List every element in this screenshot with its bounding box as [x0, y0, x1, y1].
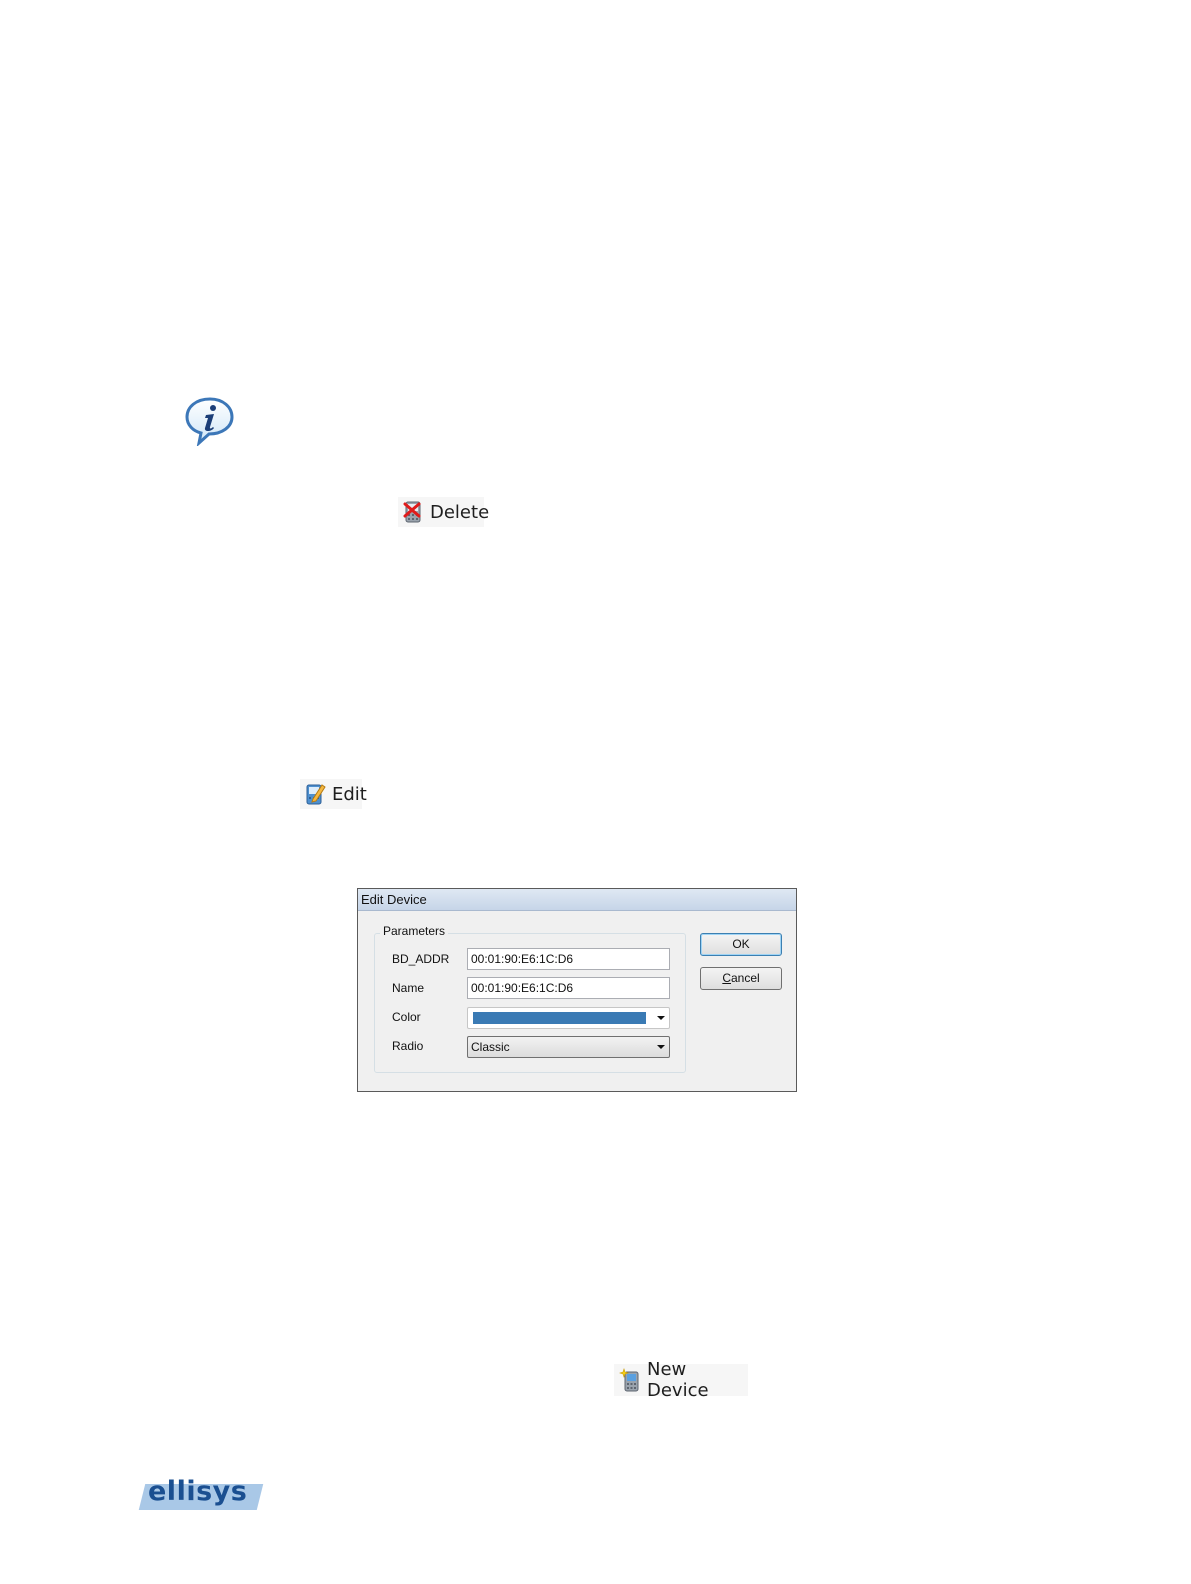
radio-label: Radio — [392, 1039, 424, 1053]
logo-text: ellisys — [148, 1476, 248, 1507]
cancel-mnemonic: C — [722, 971, 731, 985]
radio-select[interactable]: Classic — [467, 1036, 670, 1058]
delete-device-icon — [402, 500, 424, 524]
new-device-icon — [619, 1368, 641, 1392]
chevron-down-icon — [657, 1045, 665, 1049]
ellisys-logo: ellisys — [138, 1476, 264, 1514]
new-device-button-label: New Device — [647, 1359, 709, 1401]
delete-button-label: Delete — [430, 501, 490, 523]
edit-device-dialog: Edit Device Parameters BD_ADDR 00:01:90:… — [357, 888, 797, 1092]
name-label: Name — [392, 981, 425, 995]
edit-button[interactable]: Edit — [300, 779, 367, 809]
color-swatch — [473, 1012, 646, 1024]
radio-select-value: Classic — [471, 1040, 510, 1054]
name-input[interactable]: 00:01:90:E6:1C:D6 — [467, 977, 670, 999]
cancel-button[interactable]: Cancel — [700, 967, 782, 990]
color-select[interactable] — [467, 1007, 670, 1029]
edit-button-label: Edit — [332, 783, 367, 805]
parameters-group-label: Parameters — [380, 924, 449, 938]
dialog-title: Edit Device — [358, 889, 796, 911]
ok-button[interactable]: OK — [700, 933, 782, 956]
chevron-down-icon — [657, 1016, 665, 1020]
bd-addr-input[interactable]: 00:01:90:E6:1C:D6 — [467, 948, 670, 970]
delete-button[interactable]: Delete — [398, 497, 489, 527]
color-label: Color — [392, 1010, 421, 1024]
cancel-label-rest: ancel — [730, 971, 760, 985]
info-icon — [184, 396, 236, 448]
new-device-button[interactable]: New Device — [614, 1359, 748, 1401]
bd-addr-label: BD_ADDR — [392, 952, 450, 966]
edit-device-icon — [304, 782, 326, 806]
